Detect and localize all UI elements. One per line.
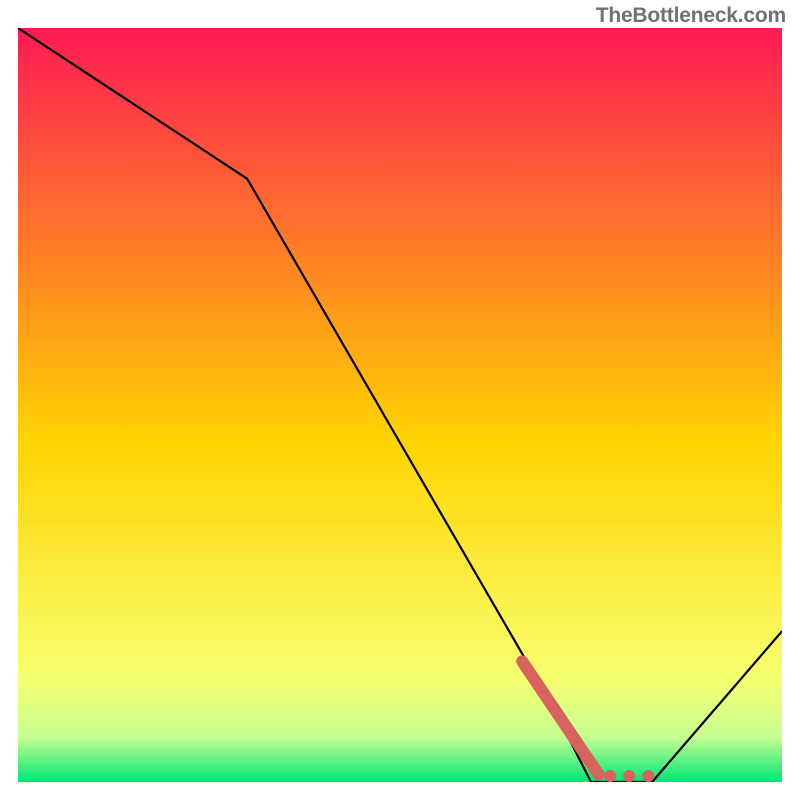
gradient-background bbox=[18, 28, 782, 782]
watermark-text: TheBottleneck.com bbox=[596, 4, 786, 28]
bottleneck-highlight-dot bbox=[642, 770, 654, 782]
chart-plot-area bbox=[18, 28, 782, 782]
bottleneck-highlight-dot bbox=[623, 770, 635, 782]
bottleneck-highlight-dot bbox=[604, 770, 616, 782]
gradient-chart-svg bbox=[18, 28, 782, 782]
